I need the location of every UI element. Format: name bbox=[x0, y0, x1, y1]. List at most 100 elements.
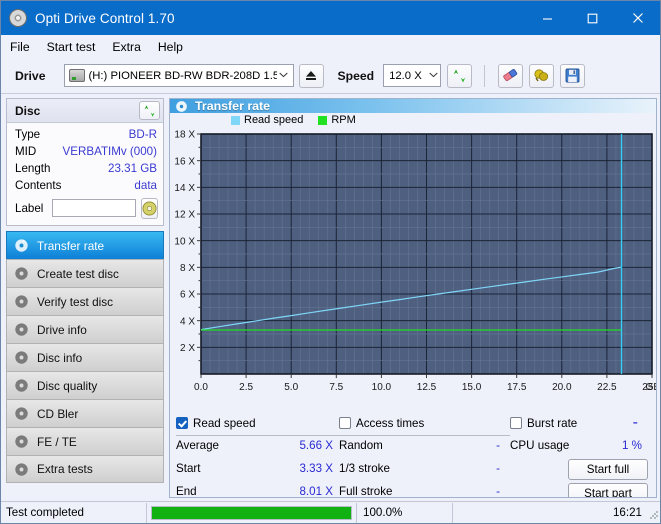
resize-grip[interactable] bbox=[649, 510, 659, 520]
progress-track bbox=[151, 506, 352, 520]
menu-item-file[interactable]: File bbox=[10, 38, 39, 56]
disc-icon bbox=[14, 462, 29, 477]
x-tick-label: 2.5 bbox=[239, 382, 253, 393]
burst-rate-value: - bbox=[633, 414, 648, 432]
bulb-button[interactable] bbox=[529, 64, 554, 88]
stat-key: 1/3 stroke bbox=[339, 462, 390, 475]
disc-icon bbox=[14, 378, 29, 393]
disc-row-label: Label bbox=[15, 196, 157, 220]
disc-panel-body: Type BD-R MID VERBATIMv (000) Length 23.… bbox=[7, 123, 163, 225]
erase-button[interactable] bbox=[498, 64, 523, 88]
maximize-icon[interactable] bbox=[570, 1, 615, 35]
disc-icon bbox=[14, 266, 29, 281]
disc-row-key: Contents bbox=[15, 179, 61, 192]
refresh-button[interactable] bbox=[447, 64, 472, 88]
x-axis-unit: GB bbox=[646, 382, 657, 393]
chart-plot-area[interactable]: 2 X4 X6 X8 X10 X12 X14 X16 X18 X0.02.55.… bbox=[170, 126, 656, 410]
disc-icon bbox=[9, 9, 27, 27]
sidebar-item-label: Disc quality bbox=[37, 379, 97, 393]
stat-row-average: Average 5.66 X bbox=[176, 434, 339, 457]
read-speed-checkbox[interactable] bbox=[176, 417, 188, 429]
sidebar-item-label: Create test disc bbox=[37, 267, 119, 281]
stat-row-end: End 8.01 X bbox=[176, 480, 339, 498]
start-part-row: Start part bbox=[510, 481, 648, 498]
minimize-icon[interactable] bbox=[525, 1, 570, 35]
disc-panel-title: Disc bbox=[15, 104, 40, 118]
bulb-icon bbox=[533, 68, 550, 83]
legend-label-rpm: RPM bbox=[331, 114, 355, 126]
read-speed-checkbox-label: Read speed bbox=[193, 417, 256, 430]
burst-rate-stats: CPU usage 1 % Start full Start part bbox=[510, 434, 648, 498]
stat-value: - bbox=[496, 439, 510, 452]
disc-label-button[interactable] bbox=[141, 198, 158, 219]
chevron-down-icon bbox=[426, 71, 440, 80]
panel-title: Transfer rate bbox=[195, 99, 270, 113]
left-sidebar: Disc Type BD-R MID VERB bbox=[4, 98, 164, 498]
drive-select-value: (H:) PIONEER BD-RW BDR-208D 1.50 bbox=[89, 70, 277, 82]
sidebar-item-transfer-rate[interactable]: Transfer rate bbox=[6, 231, 164, 259]
burst-rate-checkbox[interactable] bbox=[510, 417, 522, 429]
sidebar-item-fe-te[interactable]: FE / TE bbox=[6, 427, 164, 455]
menu-item-start-test[interactable]: Start test bbox=[47, 38, 105, 56]
progress-fill bbox=[152, 507, 351, 519]
disc-row-contents: Contents data bbox=[15, 177, 157, 194]
stat-key: End bbox=[176, 485, 197, 498]
toolbar-separator bbox=[484, 65, 485, 87]
sidebar-item-label: CD Bler bbox=[37, 407, 78, 421]
menu-item-extra[interactable]: Extra bbox=[112, 38, 149, 56]
stat-key: Full stroke bbox=[339, 485, 392, 498]
start-part-button[interactable]: Start part bbox=[568, 483, 648, 499]
sidebar-item-label: Transfer rate bbox=[37, 239, 104, 253]
disc-refresh-button[interactable] bbox=[139, 101, 160, 120]
stat-value: 5.66 X bbox=[299, 439, 339, 452]
stat-key: CPU usage bbox=[510, 439, 569, 452]
close-icon[interactable] bbox=[615, 1, 660, 35]
status-time: 16:21 bbox=[453, 503, 661, 523]
speed-select[interactable]: 12.0 X bbox=[383, 64, 441, 87]
burst-rate-checkbox-label: Burst rate bbox=[527, 417, 577, 430]
save-icon bbox=[565, 68, 580, 83]
save-button[interactable] bbox=[560, 64, 585, 88]
drive-select[interactable]: (H:) PIONEER BD-RW BDR-208D 1.50 bbox=[64, 64, 294, 87]
access-times-checkbox[interactable] bbox=[339, 417, 351, 429]
stat-row-full-stroke: Full stroke - bbox=[339, 480, 510, 498]
menu-item-help[interactable]: Help bbox=[158, 38, 192, 56]
eject-button[interactable] bbox=[299, 64, 324, 88]
refresh-icon bbox=[452, 68, 468, 84]
start-full-button[interactable]: Start full bbox=[568, 459, 648, 480]
x-tick-label: 22.5 bbox=[597, 382, 617, 393]
stat-value: 1 % bbox=[622, 439, 648, 452]
speed-label: Speed bbox=[338, 69, 375, 83]
chevron-down-icon bbox=[277, 71, 291, 80]
sidebar-item-disc-info[interactable]: Disc info bbox=[6, 343, 164, 371]
disc-icon bbox=[14, 294, 29, 309]
sidebar-item-disc-quality[interactable]: Disc quality bbox=[6, 371, 164, 399]
sidebar-item-drive-info[interactable]: Drive info bbox=[6, 315, 164, 343]
progress-bar bbox=[147, 503, 357, 523]
stat-value: - bbox=[496, 485, 510, 498]
stat-value: 8.01 X bbox=[299, 485, 339, 498]
stat-value: 3.33 X bbox=[299, 462, 339, 475]
disc-row-type: Type BD-R bbox=[15, 126, 157, 143]
chart-legend: Read speed RPM bbox=[170, 114, 656, 126]
sidebar-item-create-test-disc[interactable]: Create test disc bbox=[6, 259, 164, 287]
disc-label-input[interactable] bbox=[52, 199, 136, 217]
sidebar-item-label: Disc info bbox=[37, 351, 82, 365]
sidebar-item-extra-tests[interactable]: Extra tests bbox=[6, 455, 164, 483]
disc-row-value: BD-R bbox=[129, 128, 157, 141]
read-speed-stats: Average 5.66 X Start 3.33 X End 8.01 X bbox=[176, 434, 339, 498]
stat-row-start: Start 3.33 X bbox=[176, 457, 339, 480]
title-bar: Opti Drive Control 1.70 bbox=[1, 1, 660, 35]
drive-toolbar: Drive (H:) PIONEER BD-RW BDR-208D 1.50 S… bbox=[1, 58, 660, 94]
access-times-column-header: Access times bbox=[339, 414, 510, 436]
x-tick-label: 17.5 bbox=[507, 382, 527, 393]
sidebar-item-cd-bler[interactable]: CD Bler bbox=[6, 399, 164, 427]
x-tick-label: 7.5 bbox=[329, 382, 343, 393]
x-tick-label: 12.5 bbox=[417, 382, 437, 393]
disc-row-key: Type bbox=[15, 128, 40, 141]
sidebar-item-verify-test-disc[interactable]: Verify test disc bbox=[6, 287, 164, 315]
y-tick-label: 10 X bbox=[174, 236, 195, 247]
disc-row-mid: MID VERBATIMv (000) bbox=[15, 143, 157, 160]
sidebar-item-label: Extra tests bbox=[37, 462, 93, 476]
disc-panel-header: Disc bbox=[7, 99, 163, 123]
